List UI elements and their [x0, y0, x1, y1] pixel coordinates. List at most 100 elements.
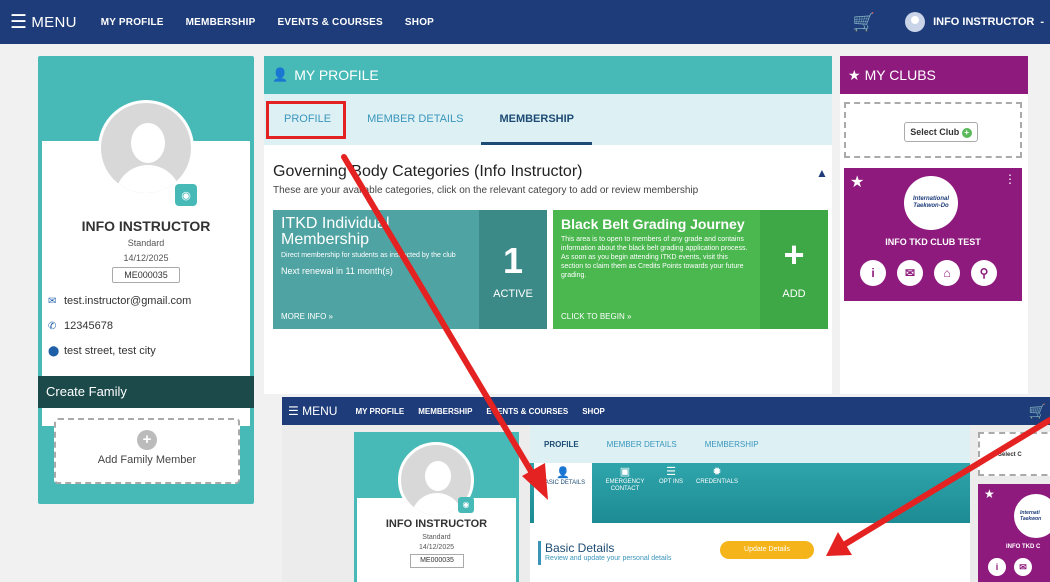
inset-select-club: Select C: [978, 432, 1050, 476]
category-1-more-info-link[interactable]: MORE INFO »: [281, 312, 333, 321]
nav-link-membership[interactable]: MEMBERSHIP: [186, 17, 256, 28]
nav-link-shop[interactable]: SHOP: [405, 17, 434, 28]
inset-level: Standard: [422, 534, 451, 541]
person-icon: 👤: [556, 467, 570, 479]
category-1-renewal: Next renewal in 11 month(s): [281, 266, 393, 276]
user-avatar-icon[interactable]: [905, 12, 926, 32]
more-vertical-icon[interactable]: ⋮: [1004, 172, 1016, 186]
profile-email[interactable]: test.instructor@gmail.com: [64, 295, 191, 307]
profile-phone-row: ✆ 12345678: [48, 320, 113, 332]
inset-subtab-credentials: ✹ CREDENTIALS: [690, 466, 744, 486]
category-2-begin-link[interactable]: CLICK TO BEGIN »: [561, 312, 631, 321]
star-icon: ★: [848, 66, 861, 83]
tab-member-details[interactable]: MEMBER DETAILS: [349, 94, 481, 145]
profile-address-row: ⬤ test street, test city: [48, 345, 156, 357]
inset-screenshot: ☰ MENU MY PROFILE MEMBERSHIP EVENTS & CO…: [282, 397, 1050, 582]
badge-icon: ✹: [712, 466, 722, 478]
profile-card: ◉ INFO INSTRUCTOR Standard 14/12/2025 ME…: [38, 56, 254, 504]
my-clubs-heading: MY CLUBS: [864, 67, 936, 83]
top-nav: ☰ MENU MY PROFILE MEMBERSHIP EVENTS & CO…: [0, 0, 1050, 44]
governing-body-title: Governing Body Categories (Info Instruct…: [273, 163, 583, 180]
nav-right: 🛒 INFO INSTRUCTOR -: [853, 0, 1050, 44]
category-2-desc: This area is to open to members of any g…: [561, 236, 748, 279]
profile-level: Standard: [127, 238, 165, 248]
contact-card-icon: ▣: [619, 466, 631, 478]
camera-icon[interactable]: ◉: [175, 184, 197, 206]
profile-email-row: ✉ test.instructor@gmail.com: [48, 295, 191, 307]
phone-icon: ✆: [48, 320, 57, 332]
hamburger-icon: ☰: [10, 11, 28, 33]
tab-membership[interactable]: MEMBERSHIP: [481, 94, 593, 145]
category-2-title: Black Belt Grading Journey: [561, 216, 745, 232]
category-1-title: ITKD Individual Membership: [281, 215, 390, 248]
governing-body-subtitle: These are your available categories, cli…: [273, 185, 699, 196]
add-label[interactable]: ADD: [760, 288, 828, 300]
nav-link-my-profile[interactable]: MY PROFILE: [101, 17, 164, 28]
inset-menu-button: ☰ MENU: [288, 404, 338, 418]
location-icon[interactable]: ⚲: [971, 260, 997, 286]
add-plus-icon[interactable]: +: [760, 234, 828, 276]
inset-nav-shop: SHOP: [582, 406, 605, 416]
inset-club-logo: Internati Taekwon: [1014, 494, 1050, 538]
member-id-badge: ME000035: [112, 267, 180, 283]
inset-camera-icon: ◉: [458, 497, 474, 513]
nav-link-events-courses[interactable]: EVENTS & COURSES: [277, 17, 382, 28]
add-circle-icon: +: [961, 127, 972, 138]
club-actions: i ✉ ⌂ ⚲: [860, 260, 1008, 286]
inset-tab-member-details: MEMBER DETAILS: [606, 439, 677, 449]
club-logo: International Taekwon-Do: [904, 176, 958, 230]
inset-nav-membership: MEMBERSHIP: [418, 406, 473, 416]
inset-club-card: ★ Internati Taekwon INFO TKD C i ✉: [978, 484, 1050, 582]
inset-info-icon: i: [988, 558, 1006, 576]
inset-tab-membership: MEMBERSHIP: [704, 439, 759, 449]
inset-nav-my-profile: MY PROFILE: [355, 406, 405, 416]
plus-icon: +: [137, 430, 157, 450]
menu-label: MENU: [31, 13, 77, 31]
mail-icon[interactable]: ✉: [897, 260, 923, 286]
add-family-member-label: Add Family Member: [97, 454, 197, 466]
list-icon: ☰: [666, 466, 676, 478]
inset-basic-subtitle: Review and update your personal details: [545, 555, 672, 562]
inset-star-icon: ★: [984, 487, 995, 501]
category-1-desc: Direct membership for students as instru…: [281, 252, 456, 259]
profile-name: INFO INSTRUCTOR: [81, 218, 211, 234]
inset-nav-events: EVENTS & COURSES: [486, 406, 569, 416]
user-menu-caret[interactable]: -: [1040, 16, 1044, 28]
active-count: 1: [502, 240, 524, 281]
inset-basic-details: Basic Details Review and update your per…: [530, 523, 970, 582]
inset-cart-icon: 🛒: [1028, 403, 1046, 419]
inset-clubs: Select C ★ Internati Taekwon INFO TKD C …: [978, 432, 1050, 582]
club-card[interactable]: ★ ⋮ International Taekwon-Do INFO TKD CL…: [844, 168, 1022, 301]
inset-mail-icon: ✉: [1014, 558, 1032, 576]
chevron-up-icon[interactable]: ▲: [816, 166, 828, 180]
active-label: ACTIVE: [493, 288, 533, 300]
inset-subtab-emergency: ▣ EMERGENCY CONTACT: [600, 466, 650, 493]
info-icon[interactable]: i: [860, 260, 886, 286]
inset-subtab-basic-details: 👤 BASIC DETAILS: [534, 463, 592, 523]
inset-date: 14/12/2025: [418, 544, 455, 551]
inset-tab-profile: PROFILE: [544, 439, 579, 449]
inset-club-name: INFO TKD C: [1006, 544, 1041, 550]
inset-member-id: ME000035: [410, 554, 464, 568]
profile-tab-highlight-box: [266, 101, 346, 139]
my-profile-body: PROFILE MEMBER DETAILS MEMBERSHIP Govern…: [264, 94, 832, 394]
add-family-member-button[interactable]: + Add Family Member: [54, 418, 240, 484]
my-profile-heading: MY PROFILE: [294, 67, 379, 83]
location-pin-icon: ⬤: [48, 345, 60, 357]
menu-button[interactable]: ☰ MENU: [10, 11, 77, 34]
profile-date: 14/12/2025: [123, 253, 169, 263]
inset-subtabs: 👤 BASIC DETAILS ▣ EMERGENCY CONTACT ☰ OPT I…: [530, 463, 970, 523]
envelope-icon: ✉: [48, 295, 57, 307]
inset-nav: ☰ MENU MY PROFILE MEMBERSHIP EVENTS & CO…: [282, 397, 1050, 425]
home-icon[interactable]: ⌂: [934, 260, 960, 286]
my-profile-header: 👤 MY PROFILE: [264, 56, 832, 94]
create-family-heading: Create Family: [38, 376, 254, 408]
profile-avatar: [98, 100, 194, 196]
inset-name: INFO INSTRUCTOR: [385, 518, 488, 530]
cart-icon[interactable]: 🛒: [853, 12, 875, 33]
category-itkd-membership[interactable]: ITKD Individual Membership Direct member…: [273, 210, 547, 329]
select-club-button[interactable]: Select Club +: [904, 122, 978, 142]
category-black-belt-journey[interactable]: Black Belt Grading Journey This area is …: [553, 210, 828, 329]
user-name[interactable]: INFO INSTRUCTOR: [933, 16, 1034, 28]
favorite-star-icon[interactable]: ★: [850, 172, 864, 192]
